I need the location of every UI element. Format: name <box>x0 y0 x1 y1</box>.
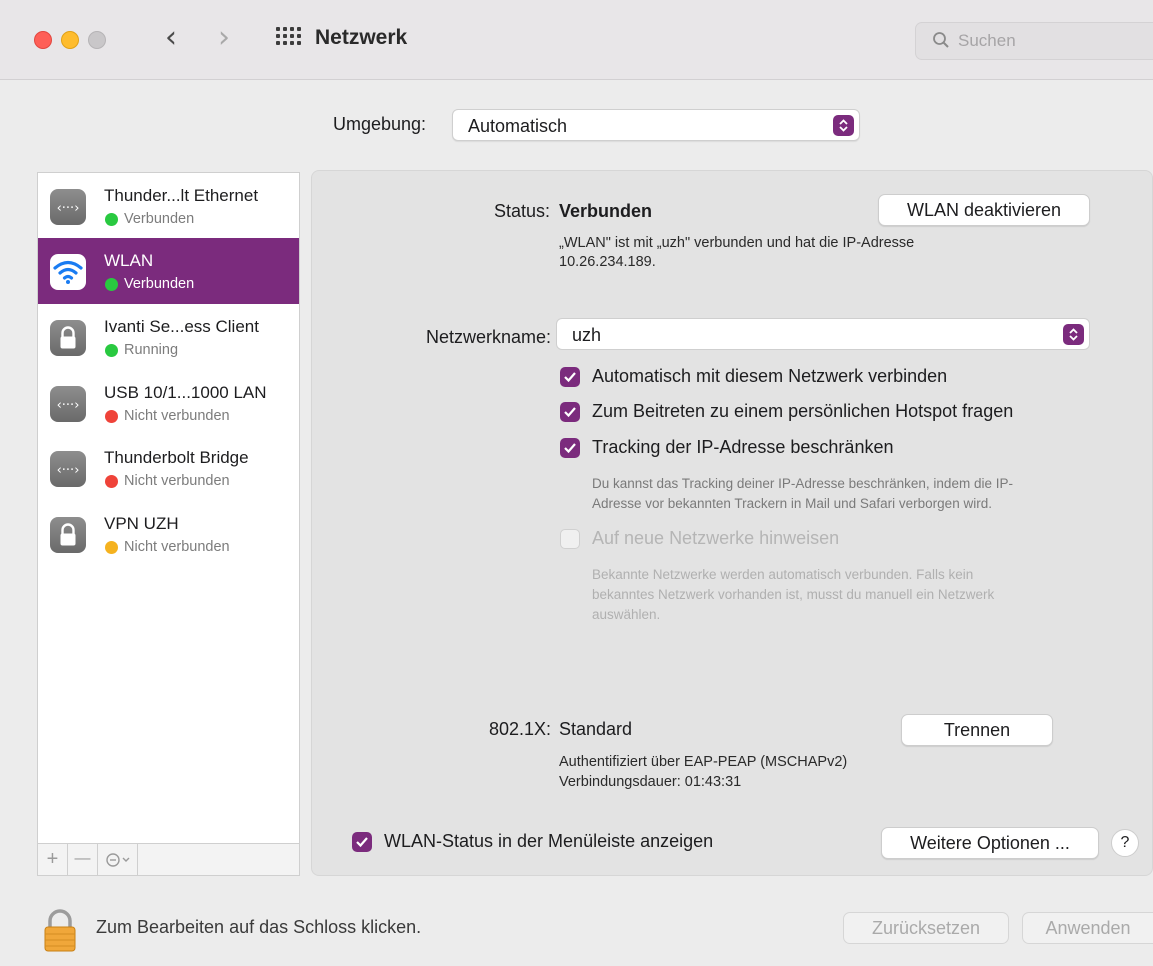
network-name-value: uzh <box>572 325 602 345</box>
padlock-icon[interactable] <box>42 908 78 952</box>
status-value: Verbunden <box>559 201 653 221</box>
notify-hint-line2: bekanntes Netzwerk vorhanden ist, musst … <box>592 587 995 602</box>
notify-new-networks-checkbox[interactable] <box>560 529 580 549</box>
status-dot <box>105 410 118 423</box>
notify-new-networks-label[interactable]: Auf neue Netzwerke hinweisen <box>592 528 839 549</box>
search-placeholder: Suchen <box>958 31 1016 50</box>
service-name: Thunder...lt Ethernet <box>104 186 259 205</box>
window-title: Netzwerk <box>315 26 408 49</box>
status-description-line2: 10.26.234.189. <box>559 254 656 270</box>
help-button[interactable]: ? <box>1111 829 1139 857</box>
status-dot <box>105 213 118 226</box>
tracking-checkbox[interactable] <box>560 438 580 458</box>
network-name-select[interactable]: uzh <box>556 318 1090 350</box>
service-status: Running <box>124 342 179 358</box>
notify-hint-line3: auswählen. <box>592 607 661 622</box>
service-status: Verbunden <box>124 211 195 227</box>
dot1x-label: 802.1X: <box>488 719 551 739</box>
service-name: WLAN <box>104 251 154 270</box>
status-dot <box>105 278 118 291</box>
service-name: VPN UZH <box>104 514 179 533</box>
auto-join-checkbox[interactable] <box>560 367 580 387</box>
disconnect-button[interactable]: Trennen <box>901 714 1053 746</box>
svg-text:‹···›: ‹···› <box>57 201 80 216</box>
action-gear-icon <box>105 853 129 867</box>
lock-hint-text: Zum Bearbeiten auf das Schloss klicken. <box>96 917 422 937</box>
status-description-line1: „WLAN" ist mit „uzh" verbunden und hat d… <box>559 235 915 251</box>
service-name: Thunderbolt Bridge <box>104 448 249 467</box>
service-status: Nicht verbunden <box>124 408 230 424</box>
hotspot-checkbox[interactable] <box>560 402 580 422</box>
select-chevron-icon <box>833 115 854 136</box>
service-name: USB 10/1...1000 LAN <box>104 383 267 402</box>
tracking-hint-line2: Adresse vor bekannten Trackern in Mail u… <box>592 496 992 511</box>
title-bar: ‹ › Netzwerk Suchen <box>0 0 1153 80</box>
svg-text:‹···›: ‹···› <box>57 463 80 478</box>
search-icon <box>933 32 949 48</box>
service-name: Ivanti Se...ess Client <box>104 317 259 336</box>
dot1x-auth-info: Authentifiziert über EAP-PEAP (MSCHAPv2) <box>559 754 848 770</box>
checkmark-icon <box>564 443 576 454</box>
ethernet-icon: ‹···› <box>50 189 86 225</box>
connection-duration: Verbindungsdauer: 01:43:31 <box>559 774 742 790</box>
checkmark-icon <box>356 837 368 848</box>
add-service-button[interactable]: + <box>38 844 68 875</box>
show-in-menubar-label[interactable]: WLAN-Status in der Menüleiste anzeigen <box>384 831 713 852</box>
wlan-deactivate-button[interactable]: WLAN deaktivieren <box>878 194 1090 226</box>
service-item-usb-lan[interactable]: ‹···› USB 10/1...1000 LAN Nicht verbunde… <box>38 370 299 436</box>
apply-button[interactable]: Anwenden <box>1022 912 1153 944</box>
hotspot-label[interactable]: Zum Beitreten zu einem persönlichen Hots… <box>592 401 1013 422</box>
notify-hint-line1: Bekannte Netzwerke werden automatisch ve… <box>592 567 974 582</box>
location-label: Umgebung: <box>333 114 427 134</box>
revert-button[interactable]: Zurücksetzen <box>843 912 1009 944</box>
checkmark-icon <box>564 407 576 418</box>
service-item-ivanti[interactable]: Ivanti Se...ess Client Running <box>38 304 299 370</box>
location-value: Automatisch <box>468 116 568 136</box>
forward-chevron-icon[interactable]: › <box>218 18 230 58</box>
more-options-button[interactable]: Weitere Optionen ... <box>881 827 1099 859</box>
service-item-thunderbolt-bridge[interactable]: ‹···› Thunderbolt Bridge Nicht verbunden <box>38 435 299 501</box>
search-field[interactable]: Suchen <box>915 22 1153 60</box>
show-in-menubar-checkbox[interactable] <box>352 832 372 852</box>
service-status: Nicht verbunden <box>124 473 230 489</box>
status-label: Status: <box>493 201 550 221</box>
lock-icon <box>50 517 86 553</box>
zoom-window-button[interactable] <box>88 31 106 49</box>
select-chevron-icon <box>1063 324 1084 345</box>
status-dot <box>105 541 118 554</box>
ethernet-icon: ‹···› <box>50 386 86 422</box>
lock-icon <box>50 320 86 356</box>
svg-text:‹···›: ‹···› <box>57 398 80 413</box>
remove-service-button[interactable]: — <box>68 844 98 875</box>
tracking-label[interactable]: Tracking der IP-Adresse beschränken <box>592 437 893 458</box>
wifi-icon <box>50 254 86 290</box>
minimize-window-button[interactable] <box>61 31 79 49</box>
service-item-vpn-uzh[interactable]: VPN UZH Nicht verbunden <box>38 501 299 567</box>
back-chevron-icon[interactable]: ‹ <box>165 18 177 58</box>
dot1x-value: Standard <box>559 719 633 739</box>
tracking-hint-line1: Du kannst das Tracking deiner IP-Adresse… <box>592 476 1013 491</box>
close-window-button[interactable] <box>34 31 52 49</box>
status-dot <box>105 344 118 357</box>
checkmark-icon <box>564 372 576 383</box>
service-status: Verbunden <box>124 276 195 292</box>
auto-join-label[interactable]: Automatisch mit diesem Netzwerk verbinde… <box>592 366 947 387</box>
service-status: Nicht verbunden <box>124 539 230 555</box>
show-all-grid-icon[interactable] <box>276 27 302 51</box>
ethernet-icon: ‹···› <box>50 451 86 487</box>
action-menu-button[interactable] <box>98 844 138 875</box>
network-name-label: Netzwerkname: <box>425 327 551 347</box>
location-select[interactable]: Automatisch <box>452 109 860 141</box>
status-dot <box>105 475 118 488</box>
service-item-wlan[interactable]: WLAN Verbunden <box>38 238 299 304</box>
service-list-controls: + — <box>37 844 300 876</box>
service-item-thunderbolt-ethernet[interactable]: ‹···› Thunder...lt Ethernet Verbunden <box>38 173 299 239</box>
service-list: ‹···› Thunder...lt Ethernet Verbunden WL… <box>37 172 300 844</box>
